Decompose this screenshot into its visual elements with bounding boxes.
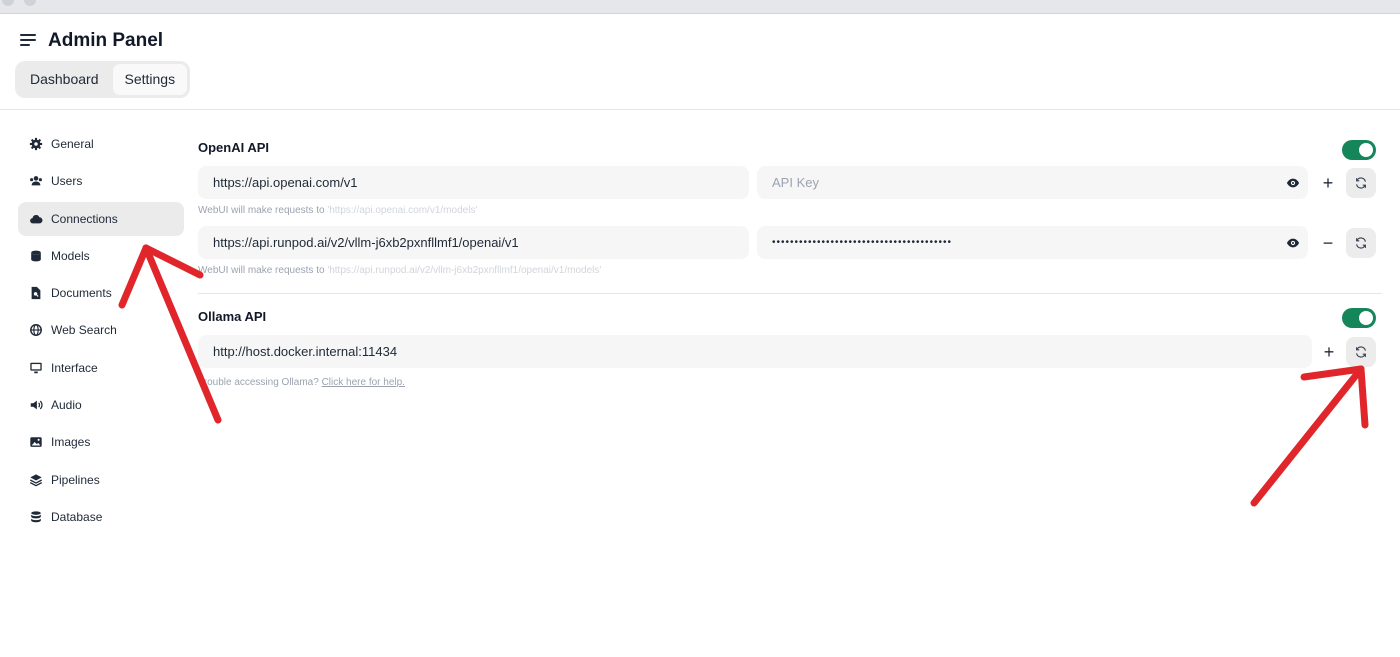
cloud-icon	[30, 214, 43, 223]
hint-url: 'https://api.openai.com/v1/models'	[327, 205, 478, 216]
hint-url: 'https://api.runpod.ai/v2/vllm-j6xb2pxnf…	[327, 265, 602, 276]
sidebar-item-interface[interactable]: Interface	[18, 351, 184, 385]
refresh-icon	[1356, 346, 1366, 358]
openai-section-title: OpenAI API	[198, 140, 270, 155]
sidebar-item-label: Audio	[51, 398, 82, 413]
ollama-enable-toggle[interactable]	[1342, 308, 1376, 328]
ollama-help-text: Trouble accessing Ollama? Click here for…	[198, 377, 405, 388]
sidebar-item-models[interactable]: Models	[18, 239, 184, 273]
section-divider	[198, 293, 1382, 294]
refresh-icon	[1356, 177, 1366, 189]
sidebar-item-images[interactable]: Images	[18, 425, 184, 459]
window-titlebar	[0, 0, 1400, 14]
openai-enable-toggle[interactable]	[1342, 140, 1376, 160]
sidebar-item-documents[interactable]: Documents	[18, 276, 184, 310]
sidebar-item-label: Images	[51, 435, 91, 450]
help-prefix: Trouble accessing Ollama?	[198, 377, 319, 388]
sidebar-item-general[interactable]: General	[18, 127, 184, 161]
hint-prefix: WebUI will make requests to	[198, 265, 325, 276]
openai-api-key-input-2[interactable]: ••••••••••••••••••••••••••••••••••••••••	[757, 226, 1308, 259]
verify-ollama-connection-button[interactable]	[1346, 337, 1376, 367]
speaker-icon	[30, 400, 43, 410]
help-link[interactable]: Click here for help.	[322, 377, 405, 388]
ollama-section-title: Ollama API	[198, 309, 267, 324]
remove-connection-button[interactable]: −	[1321, 234, 1335, 252]
window-close-dot[interactable]	[2, 0, 14, 6]
sidebar-item-label: Connections	[51, 211, 118, 226]
page-header: Admin Panel Dashboard Settings	[0, 14, 1400, 110]
hamburger-menu-icon[interactable]	[20, 34, 36, 48]
sidebar-item-label: Interface	[51, 360, 98, 375]
ollama-url-input[interactable]: http://host.docker.internal:11434	[198, 335, 1312, 368]
red-arrow-annotation-right	[1250, 365, 1369, 507]
openai-api-key-input-1[interactable]: API Key	[757, 166, 1308, 199]
openai-hint-2: WebUI will make requests to 'https://api…	[198, 265, 601, 276]
tab-dashboard[interactable]: Dashboard	[18, 64, 111, 95]
openai-url-input-2[interactable]: https://api.runpod.ai/v2/vllm-j6xb2pxnfl…	[198, 226, 749, 259]
sidebar-item-label: Web Search	[51, 323, 117, 338]
settings-sidebar: General Users Connections Models Documen…	[18, 127, 184, 537]
window-minimize-dot[interactable]	[24, 0, 36, 6]
sidebar-item-label: General	[51, 137, 94, 151]
show-key-eye-icon[interactable]	[1286, 236, 1300, 250]
sidebar-item-users[interactable]: Users	[18, 164, 184, 198]
openai-hint-1: WebUI will make requests to 'https://api…	[198, 205, 477, 216]
image-icon	[30, 437, 42, 448]
sidebar-item-label: Database	[51, 509, 103, 524]
database-icon	[31, 511, 41, 523]
openai-url-input-1[interactable]: https://api.openai.com/v1	[198, 166, 749, 199]
cube-icon	[31, 250, 41, 262]
layers-icon	[30, 473, 42, 487]
sidebar-item-label: Users	[51, 174, 83, 189]
sidebar-item-pipelines[interactable]: Pipelines	[18, 463, 184, 497]
document-icon	[31, 287, 41, 300]
sidebar-item-database[interactable]: Database	[18, 500, 184, 534]
sidebar-item-web-search[interactable]: Web Search	[18, 313, 184, 347]
users-icon	[30, 176, 42, 186]
gear-icon	[29, 137, 43, 151]
page-title: Admin Panel	[48, 30, 164, 51]
monitor-icon	[30, 362, 42, 374]
sidebar-item-label: Models	[51, 248, 90, 263]
globe-icon	[30, 324, 42, 337]
add-connection-button[interactable]: +	[1321, 174, 1335, 192]
sidebar-item-label: Pipelines	[51, 472, 100, 487]
verify-connection-button-2[interactable]	[1346, 228, 1376, 258]
sidebar-item-audio[interactable]: Audio	[18, 388, 184, 422]
admin-tabs: Dashboard Settings	[15, 61, 191, 98]
tab-settings[interactable]: Settings	[112, 64, 188, 95]
verify-connection-button-1[interactable]	[1346, 168, 1376, 198]
sidebar-item-connections[interactable]: Connections	[18, 201, 184, 236]
refresh-icon	[1356, 237, 1366, 249]
show-key-eye-icon[interactable]	[1286, 176, 1300, 190]
add-ollama-connection-button[interactable]: +	[1322, 343, 1336, 361]
hint-prefix: WebUI will make requests to	[198, 205, 325, 216]
sidebar-item-label: Documents	[51, 286, 112, 301]
